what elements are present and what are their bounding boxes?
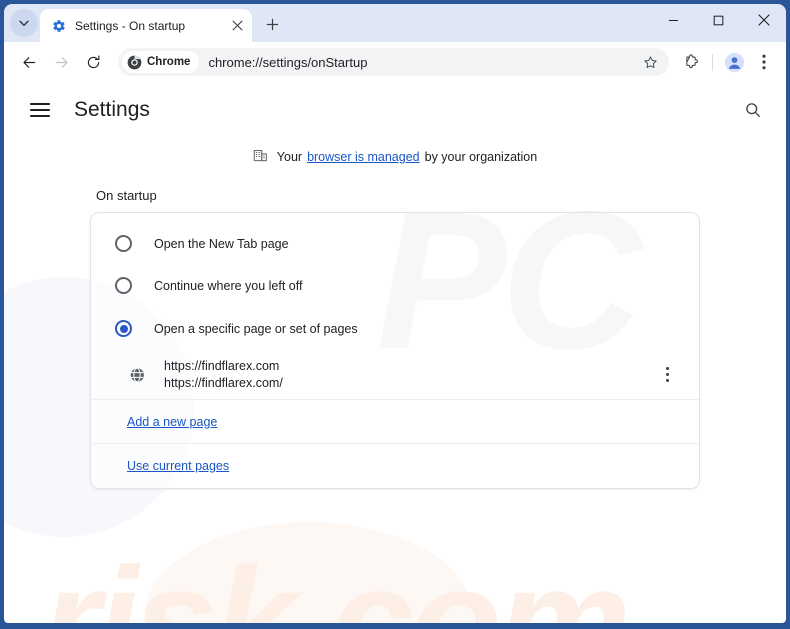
three-dot-icon — [665, 373, 669, 376]
chrome-chip[interactable]: Chrome — [122, 51, 200, 73]
startup-page-entry[interactable]: https://findflarex.com https://findflare… — [91, 350, 699, 400]
building-icon — [253, 148, 268, 166]
window-controls — [651, 4, 786, 36]
startup-option-label: Open a specific page or set of pages — [154, 321, 358, 336]
startup-option-continue[interactable]: Continue where you left off — [91, 264, 699, 307]
puzzle-icon — [685, 53, 698, 68]
maximize-button[interactable] — [696, 4, 741, 36]
hamburger-icon[interactable] — [30, 98, 54, 122]
browser-menu-button[interactable] — [750, 48, 778, 76]
close-window-button[interactable] — [741, 4, 786, 36]
on-startup-card: Open the New Tab page Continue where you… — [90, 212, 700, 489]
chrome-chip-label: Chrome — [147, 56, 191, 68]
globe-icon — [127, 365, 146, 384]
close-icon — [757, 14, 770, 26]
search-icon[interactable] — [738, 95, 768, 125]
startup-page-menu-button[interactable] — [655, 360, 679, 390]
arrow-left-icon — [22, 56, 35, 68]
radio-button[interactable] — [115, 277, 132, 294]
watermark-bottom: risk.com — [42, 536, 631, 623]
startup-option-specific-page[interactable]: Open a specific page or set of pages — [91, 307, 699, 350]
three-dot-icon — [762, 54, 766, 70]
minimize-icon — [668, 19, 679, 21]
profile-button[interactable] — [720, 48, 748, 76]
chevron-down-icon — [19, 20, 29, 26]
minimize-button[interactable] — [651, 4, 696, 36]
chrome-logo-icon — [127, 55, 142, 69]
back-button[interactable] — [14, 47, 44, 77]
gear-icon — [51, 18, 67, 34]
startup-option-new-tab[interactable]: Open the New Tab page — [91, 213, 699, 264]
extensions-button[interactable] — [677, 48, 705, 76]
startup-option-label: Open the New Tab page — [154, 236, 289, 251]
managed-browser-notice: Your browser is managed by your organiza… — [4, 148, 786, 166]
three-dot-icon — [665, 367, 669, 370]
browser-toolbar: Chrome chrome://settings/onStartup — [4, 42, 786, 82]
close-icon[interactable] — [228, 17, 246, 35]
radio-button[interactable] — [115, 320, 132, 337]
reload-icon — [87, 54, 99, 68]
browser-window: Settings - On startup Chrome chrome://se… — [0, 0, 790, 629]
settings-page: PC risk.com Settings Your — [4, 82, 786, 623]
radio-button[interactable] — [115, 235, 132, 252]
use-current-pages-row[interactable]: Use current pages — [91, 444, 699, 488]
three-dot-icon — [665, 379, 669, 382]
startup-option-label: Continue where you left off — [154, 278, 303, 293]
maximize-icon — [713, 15, 724, 25]
startup-page-url: https://findflarex.com/ — [164, 376, 283, 390]
tab-search-button[interactable] — [10, 9, 38, 37]
managed-link[interactable]: browser is managed — [307, 150, 420, 164]
bookmark-star-icon[interactable] — [637, 49, 663, 75]
address-bar-url: chrome://settings/onStartup — [208, 54, 368, 70]
page-title: Settings — [74, 98, 150, 121]
settings-header: Settings — [4, 82, 786, 138]
add-new-page-row[interactable]: Add a new page — [91, 400, 699, 444]
reload-button[interactable] — [78, 47, 108, 77]
plus-icon — [266, 18, 278, 30]
new-tab-button[interactable] — [258, 10, 286, 38]
startup-page-texts: https://findflarex.com https://findflare… — [164, 359, 637, 390]
section-label-on-startup: On startup — [96, 188, 157, 203]
managed-prefix: Your — [276, 150, 303, 164]
arrow-right-icon — [55, 56, 68, 68]
add-new-page-link[interactable]: Add a new page — [127, 415, 217, 429]
browser-tab[interactable]: Settings - On startup — [40, 9, 252, 42]
tab-title: Settings - On startup — [75, 18, 186, 33]
watermark-blob-secondary — [144, 522, 474, 623]
address-bar[interactable]: Chrome chrome://settings/onStartup — [118, 48, 669, 76]
tab-strip: Settings - On startup — [4, 4, 786, 42]
avatar-icon — [724, 52, 744, 72]
use-current-pages-link[interactable]: Use current pages — [127, 459, 229, 473]
forward-button[interactable] — [46, 47, 76, 77]
toolbar-divider — [712, 53, 713, 71]
startup-page-title: https://findflarex.com — [164, 359, 280, 373]
managed-suffix: by your organization — [424, 150, 538, 164]
